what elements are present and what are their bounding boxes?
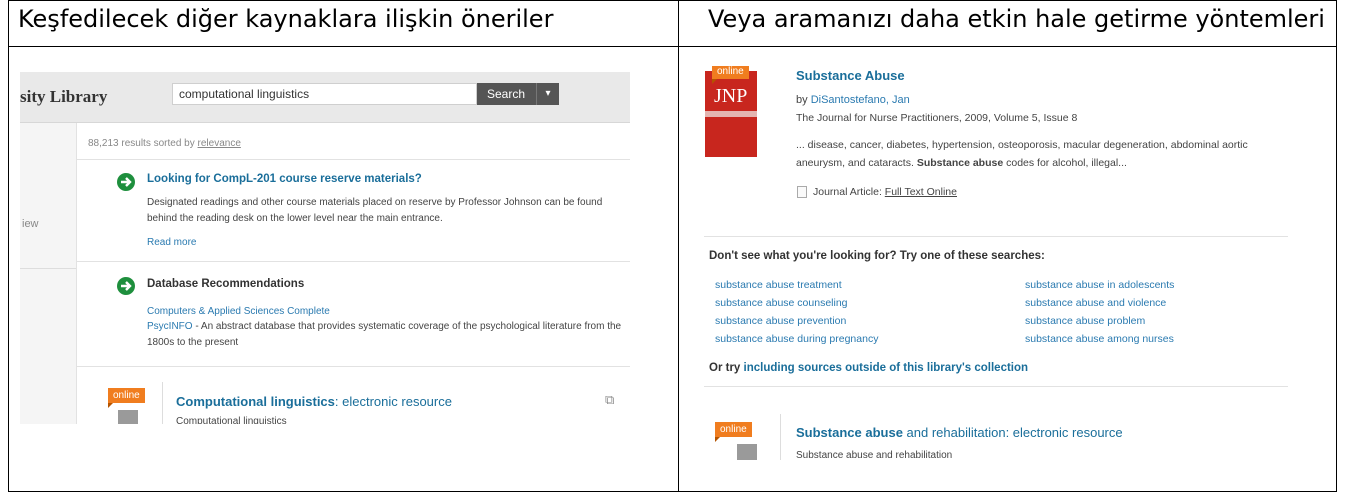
suggestion-link[interactable]: substance abuse problem — [1025, 315, 1145, 327]
result-title-link[interactable]: Computational linguistics: electronic re… — [176, 394, 452, 409]
suggestion-link[interactable]: substance abuse prevention — [715, 315, 846, 327]
divider — [704, 386, 1288, 387]
sidebar: iew — [20, 123, 77, 424]
cover-title: JNP — [714, 85, 748, 107]
online-badge: online — [108, 388, 145, 408]
result-title-bold: Substance abuse — [796, 425, 903, 440]
search-button-label: Search — [487, 87, 526, 101]
db-link-psycinfo[interactable]: PsycINFO — [147, 321, 193, 332]
author-line: by DiSantostefano, Jan — [796, 94, 910, 106]
result-divider-line — [162, 382, 163, 424]
document-icon — [118, 410, 138, 424]
outside-collection-link[interactable]: including sources outside of this librar… — [744, 362, 1029, 374]
online-badge: online — [715, 422, 752, 442]
result-title-bold: Computational linguistics — [176, 394, 335, 409]
reserve-heading[interactable]: Looking for CompL-201 course reserve mat… — [147, 173, 422, 185]
caret-down-icon[interactable]: ▾ — [536, 83, 559, 105]
search-button[interactable]: Search ▾ — [477, 83, 559, 105]
suggestion-link[interactable]: substance abuse counseling — [715, 297, 848, 309]
sort-relevance-link[interactable]: relevance — [198, 138, 241, 149]
divider — [704, 236, 1288, 237]
results-count-text: 88,213 results sorted by — [88, 138, 198, 149]
left-column-header: Keşfedilecek diğer kaynaklara ilişkin ön… — [18, 5, 554, 33]
content-type-label: Journal Article: — [813, 186, 885, 198]
suggestion-link[interactable]: substance abuse among nurses — [1025, 333, 1174, 345]
snippet-bold: Substance abuse — [916, 157, 1004, 169]
snippet-b: codes for alcohol, illegal... — [1003, 157, 1127, 169]
result-subtitle: Substance abuse and rehabilitation — [796, 450, 953, 460]
sidebar-label[interactable]: iew — [22, 218, 39, 230]
online-badge: online — [712, 66, 749, 84]
results-count: 88,213 results sorted by relevance — [88, 138, 241, 149]
divider — [77, 261, 630, 262]
by-label: by — [796, 94, 811, 106]
result-title-rest: and rehabilitation: electronic resource — [902, 425, 1123, 440]
arrow-right-icon — [117, 173, 135, 191]
search-header-bar: sity Library computational linguistics S… — [20, 72, 630, 123]
right-column-header: Veya aramanızı daha etkin hale getirme y… — [708, 5, 1325, 33]
suggestion-link[interactable]: substance abuse and violence — [1025, 297, 1166, 309]
db-link-computers[interactable]: Computers & Applied Sciences Complete — [147, 306, 330, 317]
divider — [77, 366, 630, 367]
snippet: ... disease, cancer, diabetes, hypertens… — [796, 136, 1296, 172]
suggestion-link[interactable]: substance abuse during pregnancy — [715, 333, 878, 345]
document-icon — [737, 444, 757, 460]
author-link[interactable]: DiSantostefano, Jan — [811, 94, 910, 106]
read-more-link[interactable]: Read more — [147, 237, 196, 248]
save-item-icon[interactable]: ⧉ — [605, 392, 614, 408]
source-line: The Journal for Nurse Practitioners, 200… — [796, 112, 1078, 124]
result-title-rest: : electronic resource — [334, 394, 452, 409]
left-screenshot: sity Library computational linguistics S… — [20, 72, 630, 424]
full-text-link[interactable]: Full Text Online — [885, 186, 957, 198]
result-title-link[interactable]: Substance abuse and rehabilitation: elec… — [796, 425, 1123, 440]
reserve-text: Designated readings and other course mat… — [147, 197, 603, 224]
sidebar-separator — [20, 268, 76, 269]
cover-stripe — [705, 111, 757, 117]
or-try-line: Or try including sources outside of this… — [709, 362, 1028, 374]
result-divider-line — [780, 414, 781, 460]
suggestion-link[interactable]: substance abuse in adolescents — [1025, 279, 1174, 291]
result-title-link[interactable]: Substance Abuse — [796, 68, 905, 83]
search-input[interactable]: computational linguistics — [172, 83, 477, 105]
journal-article-icon — [797, 186, 807, 198]
suggestion-link[interactable]: substance abuse treatment — [715, 279, 842, 291]
header-divider — [9, 46, 1336, 47]
or-try-label: Or try — [709, 362, 744, 374]
db-psycinfo-entry: PsycINFO - An abstract database that pro… — [147, 319, 625, 351]
right-screenshot: JNP online Substance Abuse by DiSantoste… — [700, 66, 1300, 460]
result-subtitle: Computational linguistics — [176, 416, 287, 424]
content-type-line: Journal Article: Full Text Online — [813, 186, 957, 198]
db-psycinfo-desc: - An abstract database that provides sys… — [147, 321, 622, 348]
divider — [77, 159, 630, 160]
arrow-right-icon — [117, 277, 135, 295]
dont-see-heading: Don't see what you're looking for? Try o… — [709, 250, 1045, 262]
db-recommendations-heading: Database Recommendations — [147, 278, 305, 290]
library-name: sity Library — [20, 87, 108, 106]
column-divider — [678, 1, 679, 491]
